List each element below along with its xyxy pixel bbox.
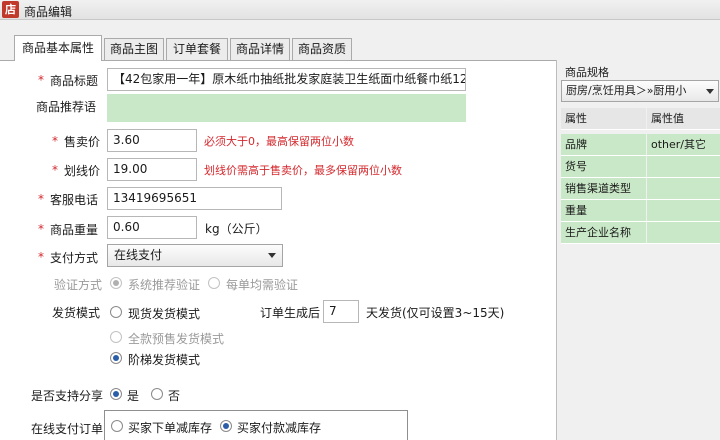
required-marker: * [38,192,44,206]
stock-option-on-order: 买家下单减库存 [128,421,213,435]
tab-order-packages[interactable]: 订单套餐 [166,38,228,60]
tab-product-qualifications[interactable]: 商品资质 [292,38,352,60]
price-hint: 必须大于0，最高保留两位小数 [204,135,354,148]
required-marker: * [38,222,44,236]
stock-option-on-payment: 买家付款减库存 [237,421,322,435]
verify-label: 验证方式 [54,278,103,292]
share-option-yes: 是 [127,389,140,403]
chevron-down-icon [268,253,276,258]
spec-header-attribute: 属性 [561,108,646,129]
phone-label: 客服电话 [50,193,99,207]
spec-attr-name: 货号 [561,156,646,177]
shipping-radio-tiered[interactable] [110,352,122,364]
spec-attr-value[interactable] [647,222,720,243]
spec-title: 商品规格 [565,66,609,79]
window-titlebar: 店 商品编辑 [0,0,720,20]
table-row[interactable]: 销售渠道类型 [561,178,720,200]
verify-radio-every[interactable] [208,277,220,289]
tab-main-images[interactable]: 商品主图 [104,38,164,60]
weight-unit: kg（公斤） [205,222,268,236]
spec-attr-value[interactable] [647,178,720,199]
spec-attr-name: 重量 [561,200,646,221]
after-order-label: 订单生成后 [260,306,321,320]
window-title: 商品编辑 [24,5,73,19]
shipping-days-note: 天发货(仅可设置3~15天) [366,306,505,320]
online-order-label: 在线支付订单 [31,422,104,436]
tab-strip: 商品基本属性 商品主图 订单套餐 商品详情 商品资质 [0,20,720,61]
app-icon: 店 [2,1,19,18]
payment-label: 支付方式 [50,251,99,265]
share-radio-no[interactable] [151,388,163,400]
spec-attr-name: 销售渠道类型 [561,178,646,199]
list-price-hint: 划线价需高于售卖价，最多保留两位小数 [204,164,402,177]
share-radio-yes[interactable] [110,388,122,400]
tab-basic-attributes[interactable]: 商品基本属性 [14,35,102,61]
table-row[interactable]: 生产企业名称 [561,222,720,244]
weight-label: 商品重量 [50,223,99,237]
shipping-option-instock: 现货发货模式 [128,307,201,321]
chevron-down-icon [706,89,714,94]
tab-product-details[interactable]: 商品详情 [230,38,290,60]
table-row[interactable]: 重量 [561,200,720,222]
spec-attr-value[interactable] [647,200,720,221]
price-label: 售卖价 [64,135,101,149]
stock-radio-on-order[interactable] [111,420,123,432]
spec-header-row: 属性 属性值 [561,108,720,130]
stock-radio-on-payment[interactable] [220,420,232,432]
category-selected-value: 厨房/烹饪用具＞»厨用小 [566,84,687,97]
list-price-label: 划线价 [64,164,101,178]
list-price-input[interactable]: 19.00 [107,158,197,181]
recommend-label: 商品推荐语 [36,100,97,114]
spec-attr-name: 品牌 [561,134,646,155]
verify-option-system: 系统推荐验证 [128,278,201,292]
shipping-option-tiered: 阶梯发货模式 [128,353,201,367]
spec-attr-value[interactable]: other/其它 [647,134,720,155]
phone-input[interactable]: 13419695651 [107,187,282,210]
required-marker: * [52,163,58,177]
title-label: 商品标题 [50,74,99,88]
spec-attr-value[interactable] [647,156,720,177]
verify-radio-system[interactable] [110,277,122,289]
category-select[interactable]: 厨房/烹饪用具＞»厨用小 [561,80,719,102]
shipping-option-presale: 全款预售发货模式 [128,332,225,346]
title-input[interactable]: 【42包家用一年】原木纸巾抽纸批发家庭装卫生纸面巾纸餐巾纸12包 [107,68,466,91]
shipping-radio-presale[interactable] [110,331,122,343]
recommend-input[interactable] [107,94,466,122]
required-marker: * [38,73,44,87]
weight-input[interactable]: 0.60 [107,216,197,239]
spec-panel: 商品规格 厨房/烹饪用具＞»厨用小 属性 属性值 品牌 other/其它 货号 … [556,60,720,440]
share-option-no: 否 [168,389,181,403]
required-marker: * [38,250,44,264]
shipping-label: 发货模式 [52,306,101,320]
table-row[interactable]: 货号 [561,156,720,178]
required-marker: * [52,134,58,148]
shipping-radio-instock[interactable] [110,306,122,318]
payment-selected-value: 在线支付 [114,248,163,262]
table-row[interactable]: 品牌 other/其它 [561,134,720,156]
share-label: 是否支持分享 [31,389,104,403]
shipping-days-input[interactable]: 7 [323,300,359,323]
price-input[interactable]: 3.60 [107,129,197,152]
verify-option-every: 每单均需验证 [226,278,299,292]
payment-select[interactable]: 在线支付 [107,244,283,267]
spec-header-value: 属性值 [647,108,720,129]
spec-attr-name: 生产企业名称 [561,222,646,243]
